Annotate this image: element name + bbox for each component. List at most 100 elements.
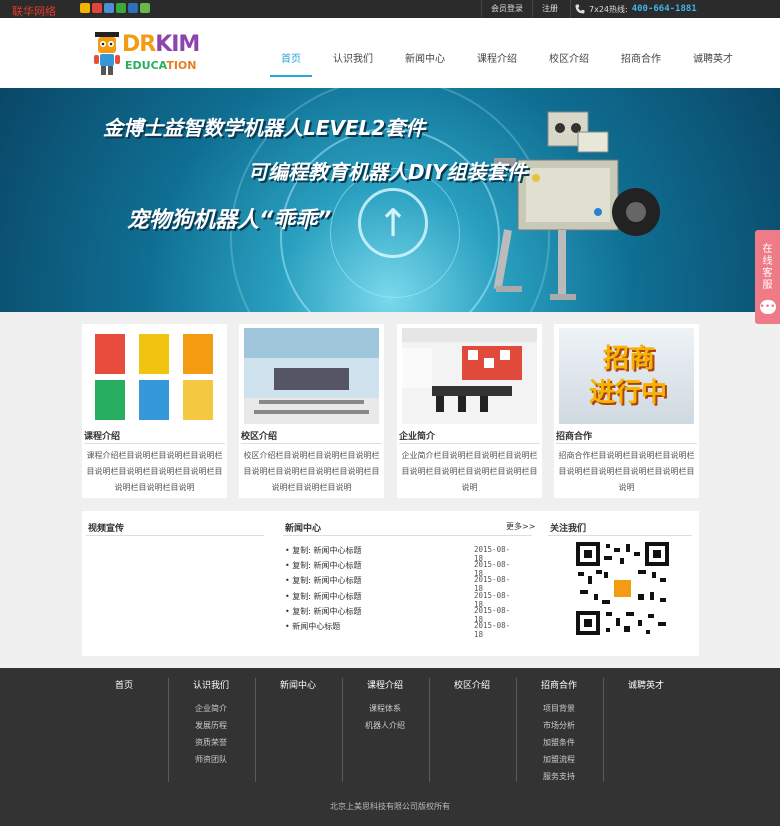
footer-link[interactable]: 企业简介 xyxy=(168,700,254,717)
news-title: • 复制: 新闻中心标题 xyxy=(285,546,362,555)
card-company[interactable]: 企业简介 企业简介栏目说明栏目说明栏目说明栏目说明栏目说明栏目说明栏目说明栏目说… xyxy=(397,324,542,498)
divider xyxy=(548,535,692,536)
news-title: • 复制: 新闻中心标题 xyxy=(285,607,362,616)
divider xyxy=(241,443,382,444)
footer-link[interactable]: 项目背景 xyxy=(516,700,602,717)
news-item[interactable]: • 复制: 新闻中心标题 2015-08-18 xyxy=(285,545,515,563)
banner-headline-1: 金博士益智数学机器人LEVEL2套件 xyxy=(103,116,426,140)
news-more-link[interactable]: 更多>> xyxy=(506,521,535,532)
service-label-char: 客 xyxy=(762,268,773,279)
top-bar: 联华网络 会员登录 注册 7x24热线: 400-664-1881 xyxy=(0,0,780,18)
card-description: 企业简介栏目说明栏目说明栏目说明栏目说明栏目说明栏目说明栏目说明栏目说明 xyxy=(401,451,538,492)
footer-col-campus: 校区介绍 xyxy=(429,678,515,700)
news-title: • 复制: 新闻中心标题 xyxy=(285,592,362,601)
copyright-text: 北京上美思科技有限公司版权所有 xyxy=(330,802,450,811)
site-header: DRKIM EDUCATION 首页 认识我们 新闻中心 课程介绍 校区介绍 招… xyxy=(0,18,780,88)
footer-link[interactable]: 首页 xyxy=(81,678,167,691)
franchise-image-text: 招商 xyxy=(603,344,656,374)
hotline: 7x24热线: 400-664-1881 xyxy=(570,0,697,18)
weibo-icon[interactable] xyxy=(92,3,102,13)
site-footer: 首页 认识我们 企业简介 发展历程 资质荣誉 师资团队 新闻中心 课程介绍 课程… xyxy=(0,668,780,826)
card-title: 招商合作 xyxy=(556,432,593,442)
divider xyxy=(283,535,532,536)
nav-courses[interactable]: 课程介绍 xyxy=(466,40,528,77)
news-title: • 复制: 新闻中心标题 xyxy=(285,561,362,570)
robot-image xyxy=(493,111,660,300)
footer-link[interactable]: 课程介绍 xyxy=(342,678,428,691)
footer-link[interactable]: 课程体系 xyxy=(342,700,428,717)
footer-link[interactable]: 发展历程 xyxy=(168,717,254,734)
footer-link[interactable]: 服务支持 xyxy=(516,768,602,785)
classroom-image xyxy=(244,328,379,424)
video-section-title: 视频宣传 xyxy=(88,524,125,534)
chat-bubble-icon: ••• xyxy=(759,300,776,314)
renren-icon[interactable] xyxy=(128,3,138,13)
more-share-icon[interactable] xyxy=(140,3,150,13)
card-title: 课程介绍 xyxy=(84,432,121,442)
news-item[interactable]: • 新闻中心标题 2015-08-18 xyxy=(285,621,515,639)
footer-link[interactable]: 新闻中心 xyxy=(255,678,341,691)
nav-news[interactable]: 新闻中心 xyxy=(394,40,456,77)
info-panel: 视频宣传 新闻中心 更多>> • 复制: 新闻中心标题 2015-08-18 • … xyxy=(82,511,699,656)
logo[interactable]: DRKIM EDUCATION xyxy=(92,26,214,82)
site-brand-text: 联华网络 xyxy=(12,5,56,18)
card-description: 校区介绍栏目说明栏目说明栏目说明栏目说明栏目说明栏目说明栏目说明栏目说明栏目说明… xyxy=(243,451,380,492)
qzone-icon[interactable] xyxy=(80,3,90,13)
arrow-up-icon: ↑ xyxy=(358,188,428,258)
register-link[interactable]: 注册 xyxy=(532,0,567,18)
news-item[interactable]: • 复制: 新闻中心标题 2015-08-18 xyxy=(285,591,515,609)
share-icons xyxy=(80,3,150,13)
phone-icon xyxy=(575,4,585,14)
divider xyxy=(556,443,697,444)
login-link[interactable]: 会员登录 xyxy=(481,0,532,18)
news-item[interactable]: • 复制: 新闻中心标题 2015-08-18 xyxy=(285,606,515,624)
banner-headline-2: 可编程教育机器人DIY组装套件 xyxy=(248,160,527,184)
footer-link[interactable]: 市场分析 xyxy=(516,717,602,734)
qr-code-image xyxy=(576,542,669,635)
news-title: • 新闻中心标题 xyxy=(285,622,341,631)
mascot-icon xyxy=(94,32,120,75)
news-item[interactable]: • 复制: 新闻中心标题 2015-08-18 xyxy=(285,560,515,578)
logo-word-top: DRKIM xyxy=(122,32,200,57)
logo-word-bottom: EDUCATION xyxy=(125,59,197,72)
franchise-image: 招商 进行中 xyxy=(559,328,694,424)
nav-about[interactable]: 认识我们 xyxy=(322,40,384,77)
footer-link[interactable]: 认识我们 xyxy=(168,678,254,691)
footer-link[interactable]: 加盟流程 xyxy=(516,751,602,768)
footer-link[interactable]: 机器人介绍 xyxy=(342,717,428,734)
footer-link[interactable]: 校区介绍 xyxy=(429,678,515,691)
nav-home[interactable]: 首页 xyxy=(270,40,312,77)
nav-careers[interactable]: 诚聘英才 xyxy=(682,40,744,77)
hero-banner[interactable]: ↑ 金博士益智数学机器人LEVEL2套件 可编程教育机器人DIY组装套件 宠物狗… xyxy=(0,88,780,312)
nav-campus[interactable]: 校区介绍 xyxy=(538,40,600,77)
footer-col-about: 认识我们 企业简介 发展历程 资质荣誉 师资团队 xyxy=(168,678,254,768)
news-item[interactable]: • 复制: 新闻中心标题 2015-08-18 xyxy=(285,575,515,593)
follow-section-title: 关注我们 xyxy=(550,524,587,534)
office-image xyxy=(402,328,537,424)
news-title: • 复制: 新闻中心标题 xyxy=(285,576,362,585)
footer-link[interactable]: 诚聘英才 xyxy=(603,678,689,691)
footer-link[interactable]: 招商合作 xyxy=(516,678,602,691)
news-section-title: 新闻中心 xyxy=(285,524,322,534)
hotline-label: 7x24热线: xyxy=(589,4,628,14)
card-title: 企业简介 xyxy=(399,432,436,442)
footer-link[interactable]: 资质荣誉 xyxy=(168,734,254,751)
tencent-weibo-icon[interactable] xyxy=(104,3,114,13)
online-service-tab[interactable]: 在 线 客 服 ••• xyxy=(755,230,780,324)
card-courses[interactable]: 课程介绍 课程介绍栏目说明栏目说明栏目说明栏目说明栏目说明栏目说明栏目说明栏目说… xyxy=(82,324,227,498)
card-title: 校区介绍 xyxy=(241,432,278,442)
footer-link[interactable]: 加盟条件 xyxy=(516,734,602,751)
footer-col-careers: 诚聘英才 xyxy=(603,678,689,700)
footer-link[interactable]: 师资团队 xyxy=(168,751,254,768)
divider xyxy=(86,535,264,536)
wechat-icon[interactable] xyxy=(116,3,126,13)
divider xyxy=(84,443,225,444)
banner-headline-3: 宠物狗机器人“乖乖” xyxy=(127,208,332,233)
main-nav: 首页 认识我们 新闻中心 课程介绍 校区介绍 招商合作 诚聘英才 xyxy=(270,40,754,77)
card-campus[interactable]: 校区介绍 校区介绍栏目说明栏目说明栏目说明栏目说明栏目说明栏目说明栏目说明栏目说… xyxy=(239,324,384,498)
card-franchise[interactable]: 招商 进行中 招商合作 招商合作栏目说明栏目说明栏目说明栏目说明栏目说明栏目说明… xyxy=(554,324,699,498)
service-label-char: 线 xyxy=(762,256,773,267)
nav-franchise[interactable]: 招商合作 xyxy=(610,40,672,77)
course-books-image xyxy=(87,328,222,424)
franchise-image-text: 进行中 xyxy=(589,378,668,408)
